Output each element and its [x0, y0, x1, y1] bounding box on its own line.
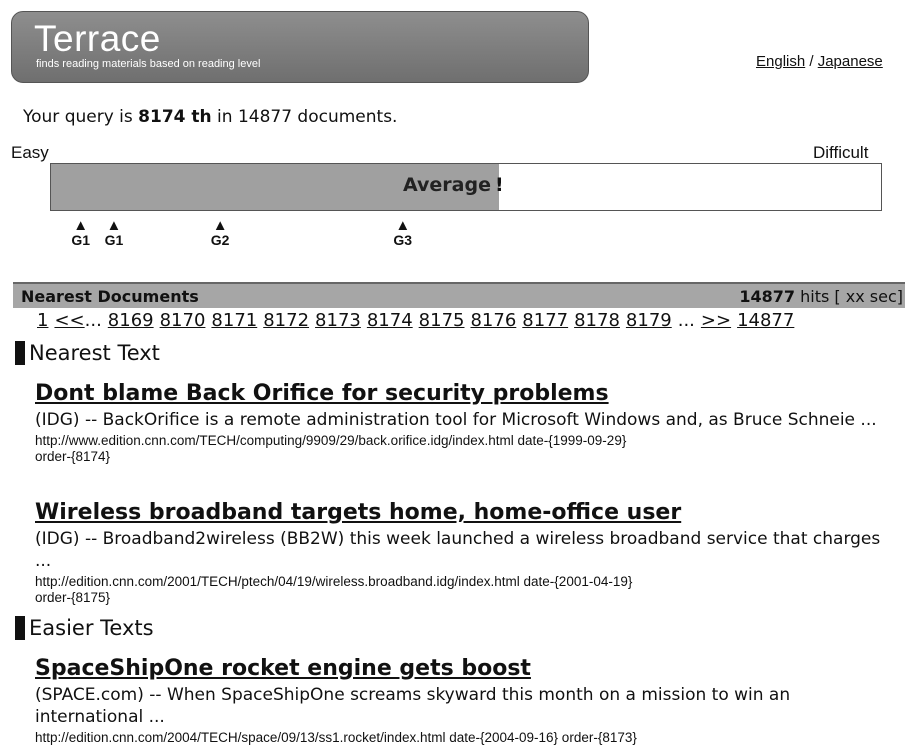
page-number-link[interactable]: 8175	[419, 310, 465, 331]
section-nearest-title: Nearest Text	[29, 341, 160, 365]
pagination-ellipsis: ...	[84, 310, 102, 331]
pagination-ellipsis: ...	[677, 310, 695, 331]
page-next-link[interactable]: >>	[701, 310, 731, 331]
easy-label: Easy	[11, 143, 49, 162]
difficulty-bar: Average!	[50, 163, 882, 211]
grade-marker-label: G2	[210, 232, 230, 248]
section-easier-texts: Easier Texts	[15, 616, 154, 640]
page-number-link[interactable]: 8172	[263, 310, 309, 331]
difficult-label: Difficult	[813, 143, 869, 162]
hits-summary: 14877 hits [ xx sec]	[739, 284, 903, 310]
query-prefix: Your query is	[23, 107, 133, 127]
result-snippet: (IDG) -- Broadband2wireless (BB2W) this …	[35, 529, 881, 571]
query-rank: 8174 th	[138, 107, 212, 127]
lang-english-link[interactable]: English	[756, 53, 805, 70]
query-middle: in 14877 documents.	[217, 107, 398, 127]
page-number-link[interactable]: 8171	[211, 310, 257, 331]
nearest-documents-bar: Nearest Documents 14877 hits [ xx sec]	[13, 282, 905, 308]
page-last-link[interactable]: 14877	[737, 310, 794, 331]
pagination: 1 <<... 8169 8170 8171 8172 8173 8174 8175 8176 81…	[37, 310, 800, 331]
page-number-link[interactable]: 8178	[574, 310, 620, 331]
marker-triangle-icon: ▲	[212, 217, 228, 234]
lang-japanese-link[interactable]: Japanese	[818, 53, 883, 70]
page-number-link[interactable]: 8174	[367, 310, 413, 331]
page-number-link[interactable]: 8177	[522, 310, 568, 331]
page-number-list: 8169 8170 8171 8172 8173 8174 8175 8176 8177 8178…	[108, 310, 678, 331]
result-title-link[interactable]: Dont blame Back Orifice for security pro…	[35, 381, 895, 407]
section-easier-title: Easier Texts	[29, 616, 154, 640]
grade-marker-label: G1	[71, 232, 91, 248]
page-number-link[interactable]: 8179	[626, 310, 672, 331]
result-item: SpaceShipOne rocket engine gets boost (S…	[35, 656, 895, 746]
page-number-link[interactable]: 8170	[160, 310, 206, 331]
result-url: http://edition.cnn.com/2001/TECH/ptech/0…	[35, 574, 633, 589]
grade-marker: ▲ G3	[388, 218, 418, 248]
result-order: order-{8175}	[35, 590, 111, 605]
result-item: Wireless broadband targets home, home-of…	[35, 500, 895, 606]
query-summary: Your query is 8174 th in 14877 documents…	[23, 107, 397, 127]
page-number-link[interactable]: 8169	[108, 310, 154, 331]
marker-triangle-icon: ▲	[395, 217, 411, 234]
result-order: order-{8174}	[35, 449, 111, 464]
result-title-link[interactable]: SpaceShipOne rocket engine gets boost	[35, 656, 895, 682]
hits-count: 14877	[739, 287, 796, 306]
marker-triangle-icon: ▲	[106, 217, 122, 234]
nearest-documents-title: Nearest Documents	[21, 287, 199, 306]
grade-marker: ▲ G1	[66, 218, 96, 248]
result-snippet: (IDG) -- BackOrifice is a remote adminis…	[35, 410, 877, 430]
app-tagline: finds reading materials based on reading…	[36, 58, 261, 70]
grade-marker: ▲ G1	[99, 218, 129, 248]
page-number-link[interactable]: 8173	[315, 310, 361, 331]
page-prev-link[interactable]: <<	[54, 310, 84, 331]
page-number-link[interactable]: 8176	[470, 310, 516, 331]
result-item: Dont blame Back Orifice for security pro…	[35, 381, 895, 465]
section-nearest-text: Nearest Text	[15, 341, 160, 365]
grade-marker-label: G3	[393, 232, 413, 248]
app-title: Terrace	[34, 18, 161, 59]
result-title-link[interactable]: Wireless broadband targets home, home-of…	[35, 500, 895, 526]
grade-marker: ▲ G2	[205, 218, 235, 248]
difficulty-level-label: Average!	[403, 174, 504, 196]
page-first-link[interactable]: 1	[37, 310, 48, 331]
section-marker	[15, 616, 25, 640]
result-url: http://edition.cnn.com/2004/TECH/space/0…	[35, 730, 637, 745]
level-exclamation: !	[494, 174, 504, 196]
hits-suffix: hits [ xx sec]	[800, 287, 903, 306]
result-snippet: (SPACE.com) -- When SpaceShipOne screams…	[35, 685, 791, 727]
language-switch: English / Japanese	[756, 53, 883, 70]
level-text: Average	[403, 174, 491, 196]
section-marker	[15, 341, 25, 365]
lang-separator: /	[809, 53, 814, 70]
grade-marker-label: G1	[104, 232, 124, 248]
marker-triangle-icon: ▲	[73, 217, 89, 234]
result-url: http://www.edition.cnn.com/TECH/computin…	[35, 433, 627, 448]
